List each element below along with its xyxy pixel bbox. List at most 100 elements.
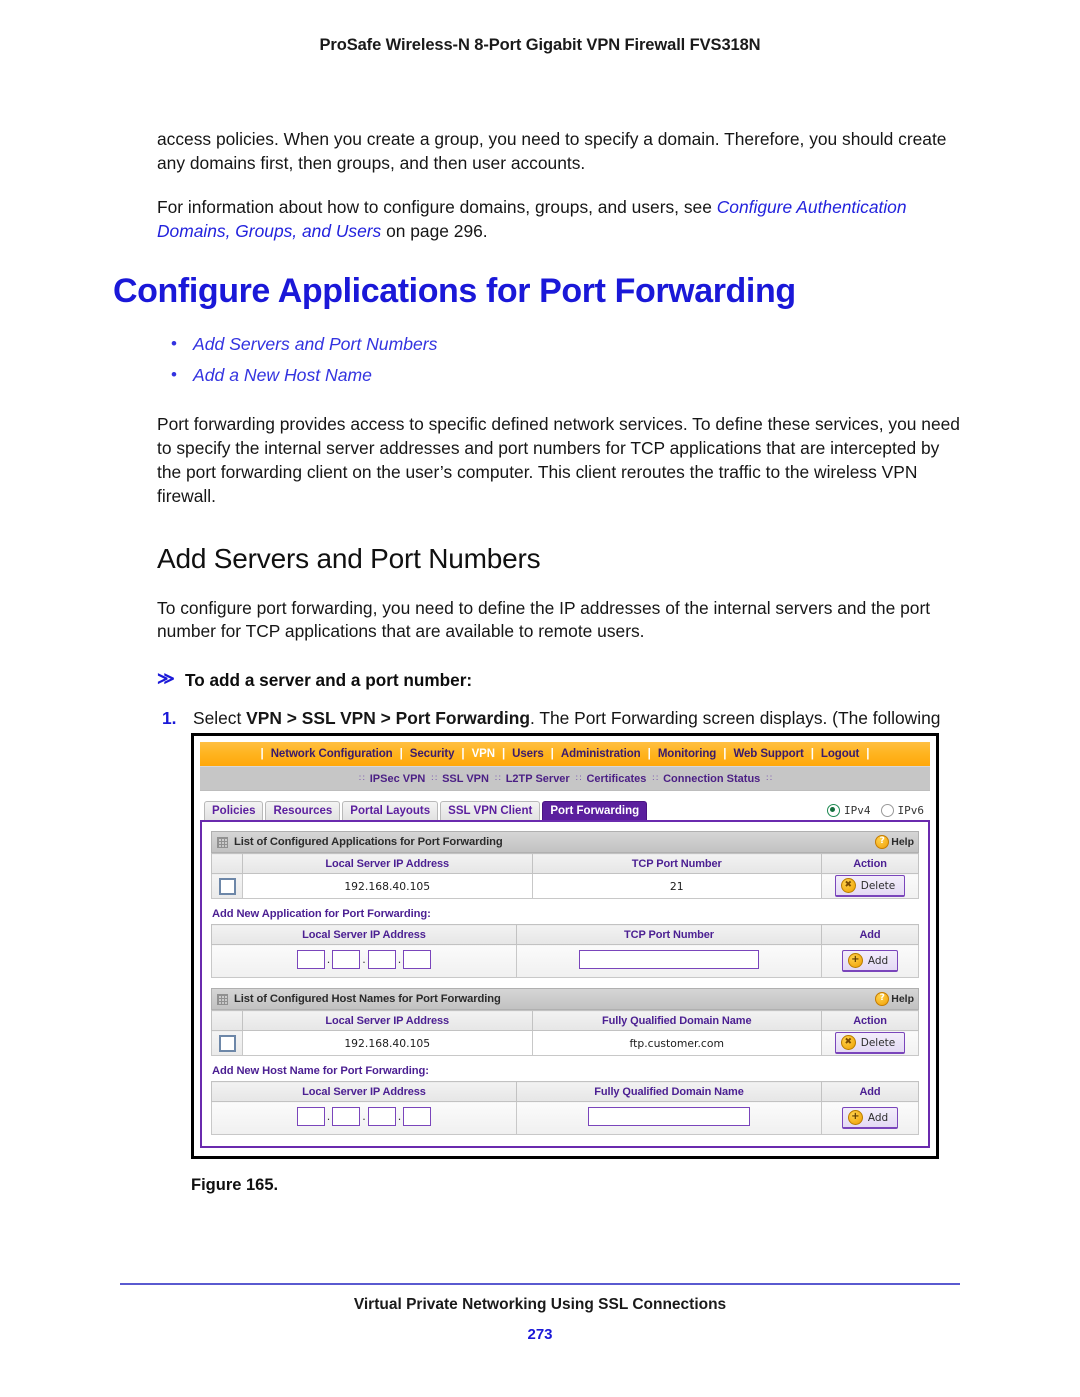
ip-octet-input-3[interactable] [367, 950, 396, 969]
question-mark-icon: ? [875, 835, 890, 849]
octet-separator: . [326, 953, 331, 966]
nav-item-administration[interactable]: Administration [554, 748, 648, 760]
table-header-row: Local Server IP Address TCP Port Number … [211, 853, 919, 874]
page-title: Configure Applications for Port Forwardi… [113, 272, 796, 311]
table-configured-applications: Local Server IP Address TCP Port Number … [211, 853, 919, 899]
radio-ipv4[interactable] [827, 804, 840, 817]
subnav-separator: ∷ [431, 773, 437, 783]
section-heading-add-servers-and-port-numbers: Add Servers and Port Numbers [157, 542, 541, 574]
page-body-column: access policies. When you create a group… [113, 128, 962, 755]
table-add-new-host-name: Local Server IP Address Fully Qualified … [211, 1081, 919, 1135]
ip-octet-input-1[interactable] [296, 950, 325, 969]
ip-version-toggle: IPv4 IPv6 [827, 804, 924, 817]
tab-portal-layouts[interactable]: Portal Layouts [342, 800, 439, 820]
link-label: Add a New Host Name [193, 364, 372, 385]
cell-add-button: + Add [821, 1101, 919, 1135]
cell-fqdn-input [516, 1101, 822, 1135]
cell-action: ✖ Delete [821, 1030, 919, 1056]
subnav-item-certificates[interactable]: Certificates [581, 773, 651, 785]
table-row: 192.168.40.105 ftp.customer.com ✖ Delete [211, 1030, 919, 1056]
paragraph-configure-port-forwarding: To configure port forwarding, you need t… [157, 597, 931, 642]
paragraph-cross-reference: For information about how to configure d… [157, 196, 962, 244]
nav-item-web-support[interactable]: Web Support [726, 748, 810, 760]
column-header-add: Add [821, 1081, 919, 1102]
ip-octet-input-2[interactable] [332, 1107, 361, 1126]
bullet-icon: • [171, 333, 177, 353]
tcp-port-number-input[interactable] [579, 950, 759, 969]
ip-octet-input-1[interactable] [296, 1107, 325, 1126]
tab-port-forwarding[interactable]: Port Forwarding [542, 800, 648, 820]
nav-item-users[interactable]: Users [505, 748, 550, 760]
ip-octet-input-4[interactable] [403, 950, 432, 969]
tab-resources[interactable]: Resources [265, 800, 341, 820]
grid-icon [217, 836, 228, 848]
help-button-applications[interactable]: ? Help [875, 835, 914, 849]
column-header-local-server-ip-address: Local Server IP Address [242, 1010, 533, 1031]
nav-item-vpn[interactable]: VPN [465, 748, 502, 760]
nav-item-network-configuration[interactable]: Network Configuration [264, 748, 400, 760]
column-header-tcp-port-number: TCP Port Number [516, 924, 822, 945]
subnav-item-ssl-vpn[interactable]: SSL VPN [437, 773, 494, 785]
help-button-host-names[interactable]: ? Help [875, 992, 914, 1006]
column-header-action: Action [821, 853, 919, 874]
table-header-row: Local Server IP Address TCP Port Number … [211, 924, 919, 945]
fully-qualified-domain-name-input[interactable] [588, 1107, 750, 1126]
ip-octet-input-3[interactable] [367, 1107, 396, 1126]
running-head: ProSafe Wireless-N 8-Port Gigabit VPN Fi… [319, 36, 761, 54]
ip-address-octet-group: . . . [296, 1107, 432, 1126]
ip-octet-input-4[interactable] [403, 1107, 432, 1126]
row-select-cell[interactable] [211, 873, 243, 899]
step-number: 1. [162, 708, 177, 729]
plus-icon: + [847, 1110, 863, 1125]
radio-ipv6[interactable] [880, 804, 894, 817]
subnav-item-connection-status[interactable]: Connection Status [658, 773, 765, 785]
octet-separator: . [397, 953, 402, 966]
footer-page-number: 273 [527, 1326, 553, 1343]
subnav-item-l2tp-server[interactable]: L2TP Server [501, 773, 575, 785]
cell-add-button: + Add [821, 944, 919, 978]
step-text-a: Select [193, 708, 247, 729]
column-header-local-server-ip-address: Local Server IP Address [242, 853, 533, 874]
cell-fully-qualified-domain-name: ftp.customer.com [531, 1030, 822, 1056]
section-title: List of Configured Host Names for Port F… [234, 993, 501, 1005]
subnav-separator: ∷ [575, 773, 582, 783]
link-list-item-add-a-new-host-name[interactable]: • Add a New Host Name [157, 364, 962, 387]
delete-button[interactable]: ✖ Delete [834, 1032, 906, 1054]
column-header-tcp-port-number: TCP Port Number [531, 853, 822, 874]
question-mark-icon: ? [875, 992, 890, 1006]
column-header-fully-qualified-domain-name: Fully Qualified Domain Name [516, 1081, 822, 1102]
delete-button[interactable]: ✖ Delete [834, 875, 906, 897]
xref-prefix: For information about how to configure d… [157, 196, 717, 217]
footer-divider [120, 1283, 960, 1285]
subnav-separator: ∷ [358, 773, 365, 783]
form-row: . . . + Add [211, 1101, 919, 1135]
link-list-item-add-servers-and-port-numbers[interactable]: • Add Servers and Port Numbers [157, 333, 962, 356]
nav-item-security[interactable]: Security [403, 748, 462, 760]
nav-separator: | [866, 748, 870, 760]
row-checkbox[interactable] [218, 1034, 236, 1052]
nav-item-logout[interactable]: Logout [814, 748, 866, 760]
figure-port-forwarding-screen: | Network Configuration | Security | VPN… [191, 733, 939, 1159]
ip-octet-input-2[interactable] [332, 950, 361, 969]
column-header-local-server-ip-address: Local Server IP Address [211, 1081, 517, 1102]
octet-separator: . [326, 1110, 331, 1123]
tab-ssl-vpn-client[interactable]: SSL VPN Client [440, 800, 541, 820]
tab-policies[interactable]: Policies [204, 800, 264, 820]
section-link-list: • Add Servers and Port Numbers • Add a N… [157, 333, 962, 387]
column-header-select [211, 1010, 243, 1031]
cell-ip-octet-inputs: . . . [211, 944, 517, 978]
radio-ipv4-label: IPv4 [844, 804, 871, 817]
add-host-name-button[interactable]: + Add [841, 1107, 899, 1129]
section-title: List of Configured Applications for Port… [234, 836, 503, 848]
column-header-add: Add [821, 924, 919, 945]
step-menu-path: VPN > SSL VPN > Port Forwarding [246, 708, 530, 729]
radio-ipv6-label: IPv6 [897, 804, 925, 817]
delete-x-icon: ✖ [840, 1035, 856, 1050]
row-checkbox[interactable] [218, 877, 236, 895]
section-header-left: List of Configured Host Names for Port F… [217, 993, 501, 1005]
add-application-button[interactable]: + Add [841, 950, 899, 972]
subnav-item-ipsec-vpn[interactable]: IPSec VPN [365, 773, 431, 785]
table-header-row: Local Server IP Address Fully Qualified … [211, 1010, 919, 1031]
row-select-cell[interactable] [211, 1030, 243, 1056]
nav-item-monitoring[interactable]: Monitoring [651, 748, 723, 760]
